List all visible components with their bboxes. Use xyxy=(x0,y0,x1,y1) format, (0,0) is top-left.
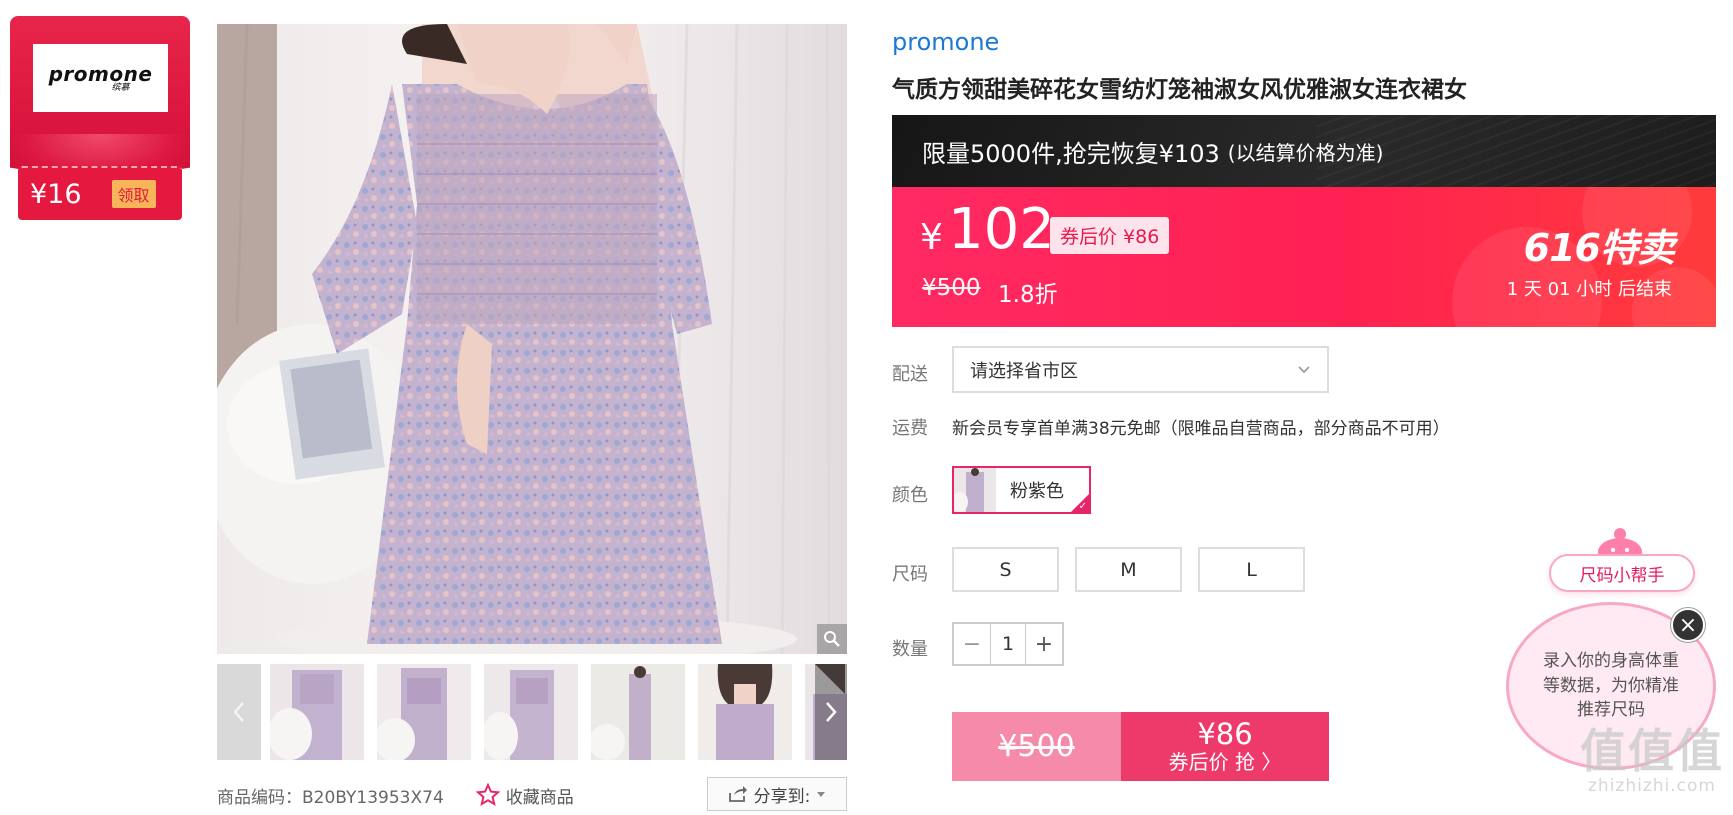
watermark-logo: 值值值 xyxy=(1580,724,1724,778)
color-option-selected[interactable]: 粉紫色 ✓ xyxy=(952,466,1091,514)
limited-stock-note: (以结算价格为准) xyxy=(1227,140,1384,165)
countdown-timer: 1 天 01 小时 后结束 xyxy=(1506,279,1672,300)
quantity-decrease-button[interactable]: − xyxy=(954,624,990,664)
caret-down-icon xyxy=(817,792,826,797)
region-select-value: 请选择省市区 xyxy=(970,360,1078,382)
coupon-amount: ¥16 xyxy=(30,178,82,210)
product-title: 气质方领甜美碎花女雪纺灯笼袖淑女风优雅淑女连衣裙女 xyxy=(892,77,1467,103)
color-swatch-image xyxy=(954,468,996,512)
thumbnail-prev-button[interactable] xyxy=(217,664,261,760)
watermark-domain: zhizhizhi.com xyxy=(1588,776,1716,796)
quantity-label: 数量 xyxy=(892,639,928,660)
price-panel: ¥ 102 券后价 ¥86 ¥500 1.8折 616特卖 1 天 01 小时 … xyxy=(892,187,1716,327)
coupon-strip: ¥16 领取 xyxy=(18,166,182,220)
size-helper-button[interactable]: 尺码小帮手 xyxy=(1549,554,1695,592)
size-option-m[interactable]: M xyxy=(1075,547,1182,592)
chevron-right-icon xyxy=(826,702,837,722)
thumbnail-next-button[interactable] xyxy=(815,664,847,760)
product-brand-link[interactable]: promone xyxy=(892,28,999,56)
thumbnail[interactable] xyxy=(484,664,578,760)
favorite-button[interactable]: 收藏商品 xyxy=(475,783,574,808)
brand-logo-subtext: 缤慕 xyxy=(111,82,130,93)
discount-rate: 1.8折 xyxy=(998,282,1058,308)
color-label: 颜色 xyxy=(892,485,928,506)
star-icon xyxy=(475,783,500,807)
size-option-s[interactable]: S xyxy=(952,547,1059,592)
shipping-label: 运费 xyxy=(892,418,928,439)
limited-stock-banner: 限量5000件,抢完恢复¥103 (以结算价格为准) xyxy=(892,115,1716,187)
delivery-label: 配送 xyxy=(892,364,928,385)
thumbnail[interactable] xyxy=(270,664,364,760)
chevron-left-icon xyxy=(233,702,244,722)
color-option-label: 粉紫色 xyxy=(1010,481,1064,502)
brand-coupon-card[interactable]: promone 缤慕 ¥16 领取 xyxy=(10,16,190,221)
thumbnail-strip xyxy=(217,664,847,760)
thumbnail[interactable] xyxy=(377,664,471,760)
brand-logo-text: promone xyxy=(48,61,153,86)
promo-label: 616特卖 xyxy=(1523,226,1675,270)
quantity-stepper: − 1 + xyxy=(952,622,1064,666)
size-label: 尺码 xyxy=(892,564,928,585)
share-icon xyxy=(728,786,747,802)
share-button[interactable]: 分享到: xyxy=(707,777,847,811)
checkmark-icon: ✓ xyxy=(1078,501,1087,512)
quantity-input[interactable]: 1 xyxy=(990,624,1026,664)
price-currency: ¥ xyxy=(920,217,943,258)
product-footer-row: 商品编码：B20BY13953X74 收藏商品 分享到: xyxy=(217,777,847,811)
thumbnail[interactable] xyxy=(698,664,792,760)
buy-original-price: ¥500 xyxy=(952,712,1121,781)
after-coupon-badge: 券后价 ¥86 xyxy=(1050,217,1170,254)
dress-photo xyxy=(217,24,847,654)
brand-logo[interactable]: promone 缤慕 xyxy=(33,44,168,112)
zoom-icon[interactable] xyxy=(817,624,847,654)
size-option-l[interactable]: L xyxy=(1198,547,1305,592)
region-select[interactable]: 请选择省市区 xyxy=(952,346,1329,393)
product-sku: 商品编码：B20BY13953X74 xyxy=(217,787,444,808)
favorite-label: 收藏商品 xyxy=(505,787,574,808)
main-product-image[interactable] xyxy=(217,24,847,654)
shipping-info: 新会员专享首单满38元免邮（限唯品自营商品，部分商品不可用） xyxy=(952,419,1450,439)
buy-price: ¥86 xyxy=(1197,716,1253,751)
size-helper-message: 录入你的身高体重等数据，为你精准推荐尺码 xyxy=(1543,651,1679,721)
share-label: 分享到: xyxy=(753,786,811,807)
original-price: ¥500 xyxy=(922,275,981,301)
close-icon[interactable]: × xyxy=(1671,608,1705,642)
quantity-increase-button[interactable]: + xyxy=(1026,624,1062,664)
site-watermark: 值值值 zhizhizhi.com xyxy=(1580,728,1724,796)
thumbnail[interactable] xyxy=(591,664,685,760)
buy-coupon-price[interactable]: ¥86 券后价 抢 〉 xyxy=(1121,712,1329,781)
limited-stock-text: 限量5000件,抢完恢复¥103 xyxy=(922,139,1220,168)
buy-now-button[interactable]: ¥500 ¥86 券后价 抢 〉 xyxy=(952,712,1329,781)
claim-coupon-button[interactable]: 领取 xyxy=(111,180,156,208)
chevron-down-icon xyxy=(1298,365,1310,373)
buy-cta-label: 券后价 抢 〉 xyxy=(1168,750,1282,775)
sale-price: 102 xyxy=(948,197,1055,262)
